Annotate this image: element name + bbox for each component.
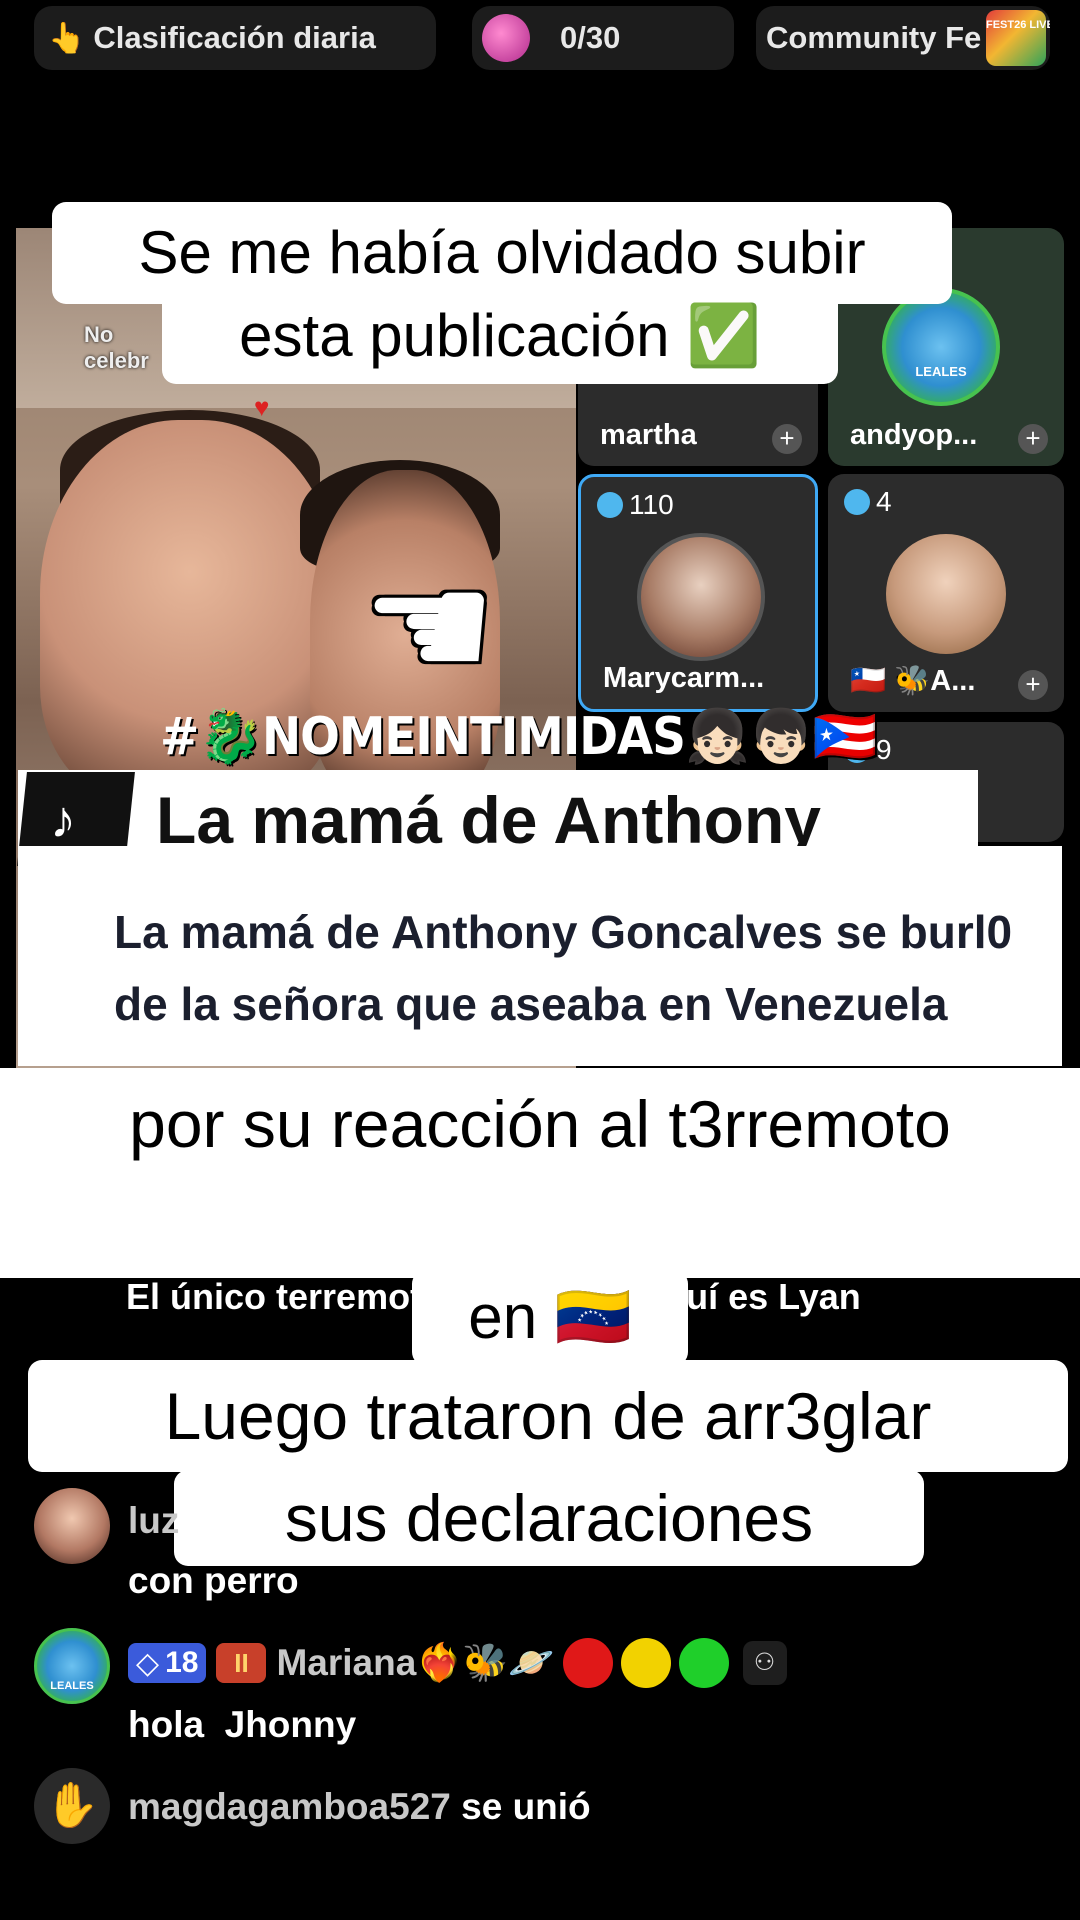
heart-sticker-icon: ♥: [254, 392, 270, 422]
guest-tile-chile[interactable]: 4 🇨🇱 🐝A... +: [828, 474, 1064, 712]
pointing-hand-icon: ☚: [362, 542, 497, 710]
heart-badge-icon: [482, 14, 530, 62]
tiktok-note-icon: ♪: [50, 791, 76, 849]
gem-icon: [597, 492, 623, 518]
yellow-circle-icon: [620, 1638, 671, 1688]
chat-username[interactable]: Mariana❤️‍🔥🐝🪐: [276, 1642, 554, 1685]
daily-ranking-label: Clasificación diaria: [93, 20, 376, 55]
chat-user-row: ◇ 18 II Mariana❤️‍🔥🐝🪐 ⚇: [128, 1638, 787, 1688]
avatar[interactable]: LEALES: [34, 1628, 110, 1704]
chat-username[interactable]: magdagamboa527: [128, 1786, 451, 1827]
chat-username[interactable]: luz: [128, 1500, 179, 1542]
avatar: [637, 533, 765, 661]
video-overlay-text: No celebr: [84, 322, 149, 373]
caption-line-6: sus declaraciones: [174, 1470, 924, 1566]
goal-counter-pill[interactable]: 0/30: [472, 6, 734, 70]
caption-line-3: por su reacción al t3rremoto: [0, 1068, 1080, 1278]
caption-line-5: Luego trataron de arr3glar: [28, 1360, 1068, 1472]
gem-icon: [844, 489, 870, 515]
share-icon[interactable]: ⚇: [742, 1641, 787, 1685]
fest-badge-icon: FEST26 LIVE: [986, 10, 1050, 66]
add-guest-icon[interactable]: +: [772, 424, 802, 454]
guest-score: 110: [597, 489, 674, 521]
community-fest-label: Community Fe: [766, 20, 982, 55]
level-badge: ◇ 18: [128, 1643, 207, 1683]
fan-club-badge: II: [216, 1643, 267, 1683]
guest-name: andyop...: [850, 419, 978, 451]
green-circle-icon: [678, 1638, 729, 1688]
add-guest-icon[interactable]: +: [1018, 670, 1048, 700]
guest-name: martha: [600, 419, 697, 451]
community-fest-pill[interactable]: Community Fe FEST26 LIVE: [756, 6, 1050, 70]
description-text: La mamá de Anthony Goncalves se burl0 de…: [114, 906, 1013, 1030]
wave-hand-icon: ✋: [34, 1768, 110, 1844]
chat-message: hola Jhonny: [128, 1704, 357, 1745]
caption-line-2: esta publicación ✅: [162, 288, 838, 384]
caption-line-4: en 🇻🇪: [412, 1270, 688, 1366]
avatar: [886, 534, 1006, 654]
daily-ranking-pill[interactable]: 👆 Clasificación diaria: [34, 6, 436, 70]
hashtag-caption: #🐉NOMEINTIMIDAS👧🏻👦🏻🇵🇷: [160, 707, 877, 767]
chat-message: con perro: [128, 1560, 299, 1601]
finger-up-icon: 👆: [48, 21, 86, 55]
add-guest-icon[interactable]: +: [1018, 424, 1048, 454]
gem-icon: ◇: [136, 1646, 160, 1680]
guest-name: Marycarm...: [603, 662, 765, 694]
avatar[interactable]: [34, 1488, 110, 1564]
guest-name: 🇨🇱 🐝A...: [850, 665, 976, 697]
joined-label: se unió: [461, 1786, 591, 1827]
avatar: LEALES: [882, 288, 1000, 406]
joined-notice: magdagamboa527 se unió: [128, 1786, 591, 1828]
red-circle-icon: [562, 1638, 613, 1688]
goal-counter-label: 0/30: [560, 20, 621, 55]
guest-score: 4: [844, 486, 892, 518]
